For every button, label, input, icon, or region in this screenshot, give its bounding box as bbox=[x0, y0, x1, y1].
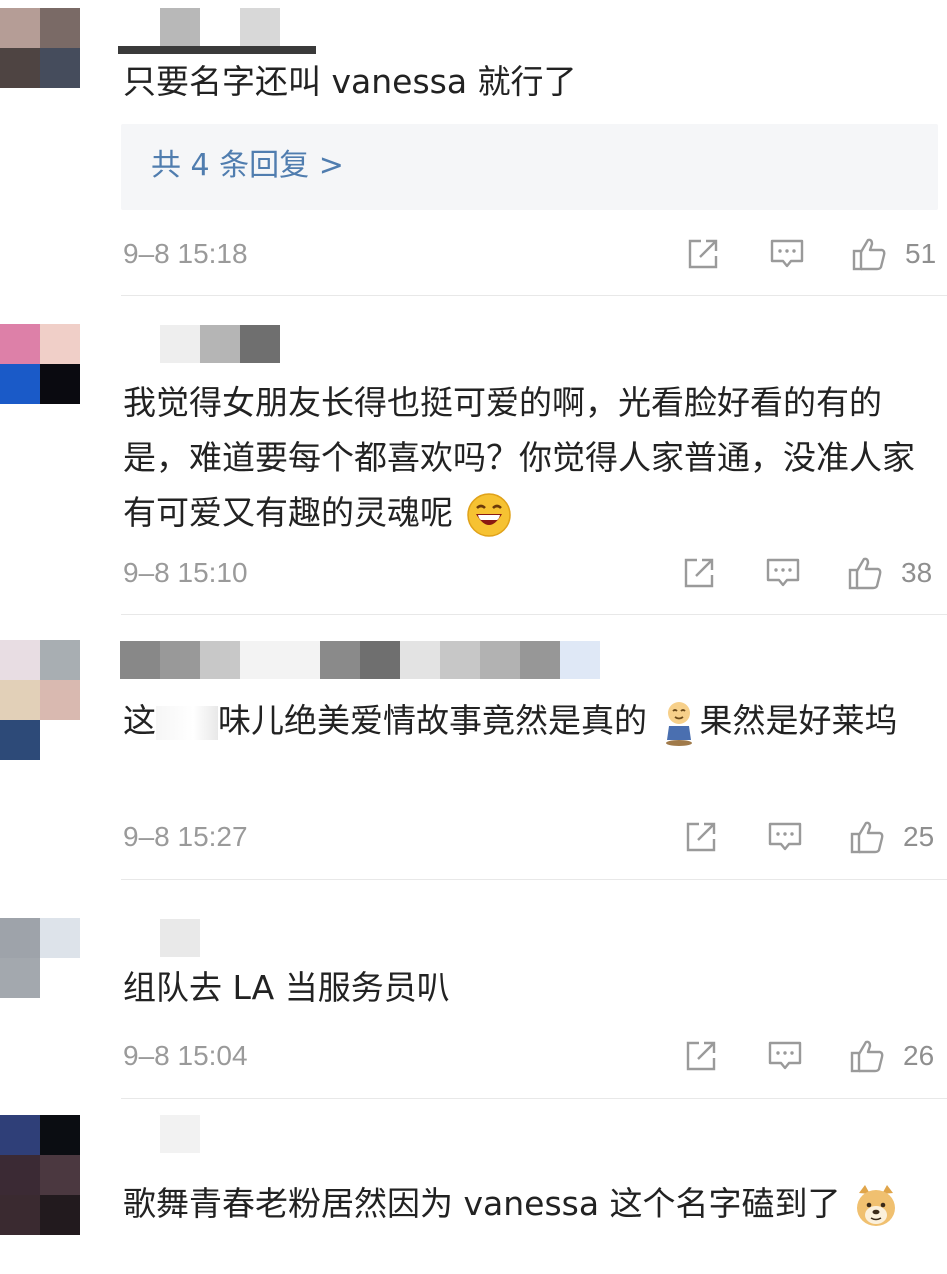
share-icon[interactable] bbox=[683, 819, 719, 855]
like-count: 26 bbox=[903, 1040, 935, 1071]
like-count: 25 bbox=[903, 821, 935, 852]
laughing-face-emoji bbox=[466, 492, 511, 537]
username-blurred[interactable] bbox=[120, 1115, 200, 1153]
share-icon[interactable] bbox=[685, 236, 721, 272]
comment-text: 组队去 LA 当服务员叭 bbox=[123, 968, 450, 1007]
username-blurred[interactable] bbox=[120, 8, 280, 46]
like-count: 51 bbox=[905, 238, 937, 269]
thumbs-up-icon[interactable] bbox=[847, 555, 883, 591]
username-underline bbox=[118, 46, 316, 54]
comment-text: 歌舞青春老粉居然因为 vanessa 这个名字磕到了 bbox=[123, 1176, 938, 1231]
divider bbox=[121, 614, 947, 615]
comment-text-middle: 味儿绝美爱情故事竟然是真的 bbox=[218, 701, 647, 740]
comment-text: 我觉得女朋友长得也挺可爱的啊，光看脸好看的有的是，难道要每个都喜欢吗？你觉得人家… bbox=[123, 375, 938, 540]
avatar[interactable] bbox=[0, 324, 80, 404]
comment-meta: 9–8 15:27 25 bbox=[123, 817, 938, 857]
divider bbox=[121, 879, 947, 880]
timestamp: 9–8 15:18 bbox=[123, 238, 248, 269]
thumbs-up-icon[interactable] bbox=[851, 236, 887, 272]
like-count: 38 bbox=[901, 557, 933, 588]
timestamp: 9–8 15:27 bbox=[123, 821, 248, 852]
timestamp: 9–8 15:04 bbox=[123, 1040, 248, 1071]
avatar[interactable] bbox=[0, 640, 80, 760]
avatar[interactable] bbox=[0, 8, 80, 88]
avatar[interactable] bbox=[0, 1115, 80, 1235]
comment-text: 只要名字还叫 vanessa 就行了 bbox=[123, 62, 577, 101]
username-blurred[interactable] bbox=[120, 919, 200, 957]
comment-text-content: 歌舞青春老粉居然因为 vanessa 这个名字磕到了 bbox=[123, 1184, 841, 1223]
doge-emoji bbox=[857, 1184, 896, 1226]
comment-text: 这 味儿绝美爱情故事竟然是真的 果然是好莱坞 bbox=[123, 693, 938, 748]
share-icon[interactable] bbox=[683, 1038, 719, 1074]
comment-text-content: 我觉得女朋友长得也挺可爱的啊，光看脸好看的有的是，难道要每个都喜欢吗？你觉得人家… bbox=[123, 383, 915, 532]
view-replies-button[interactable]: 共 4 条回复 > bbox=[121, 124, 938, 210]
divider bbox=[121, 295, 947, 296]
comment-meta: 9–8 15:18 51 bbox=[123, 234, 938, 274]
avatar[interactable] bbox=[0, 918, 80, 998]
comment-icon[interactable] bbox=[767, 1038, 803, 1074]
comment-icon[interactable] bbox=[769, 236, 805, 272]
timestamp: 9–8 15:10 bbox=[123, 557, 248, 588]
username-blurred[interactable] bbox=[120, 325, 280, 363]
comment-icon[interactable] bbox=[765, 555, 801, 591]
divider bbox=[121, 1098, 947, 1099]
username-blurred[interactable] bbox=[120, 641, 600, 679]
comment-meta: 9–8 15:10 38 bbox=[123, 553, 938, 593]
comment-text-end: 果然是好莱坞 bbox=[699, 701, 898, 740]
drooling-figure-emoji bbox=[665, 701, 692, 746]
comment-icon[interactable] bbox=[767, 819, 803, 855]
thumbs-up-icon[interactable] bbox=[849, 819, 885, 855]
comment-text-start: 这 bbox=[123, 701, 156, 740]
thumbs-up-icon[interactable] bbox=[849, 1038, 885, 1074]
comment-meta: 9–8 15:04 26 bbox=[123, 1036, 938, 1076]
redacted-text bbox=[156, 705, 218, 740]
share-icon[interactable] bbox=[681, 555, 717, 591]
replies-link[interactable]: 共 4 条回复 > bbox=[151, 144, 344, 188]
